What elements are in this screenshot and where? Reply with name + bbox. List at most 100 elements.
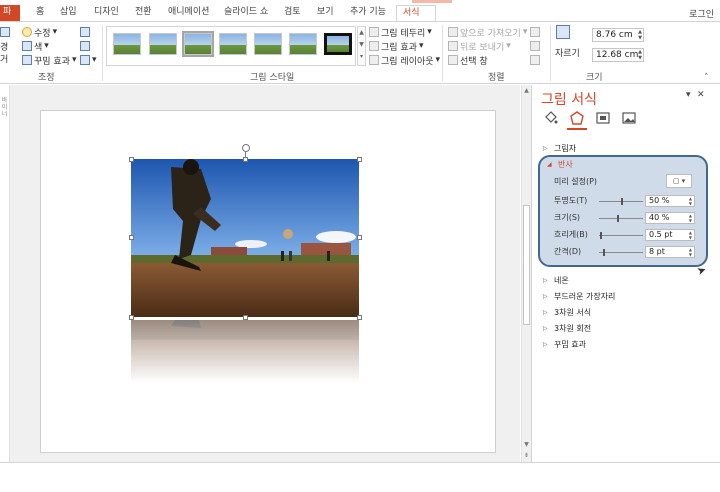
resize-handle[interactable]	[243, 315, 248, 320]
distance-spinbox[interactable]: 8 pt ▲ ▼	[645, 246, 695, 258]
resize-handle[interactable]	[357, 157, 362, 162]
section-3d-format[interactable]: ▷ 3차원 서식	[543, 307, 591, 318]
expand-triangle-icon: ▷	[543, 277, 548, 284]
resize-handle[interactable]	[129, 315, 134, 320]
size-spinbox[interactable]: 40 % ▲ ▼	[645, 212, 695, 224]
scroll-up-icon[interactable]: ▲	[522, 87, 531, 94]
blur-slider[interactable]	[599, 232, 643, 239]
pane-close-icon[interactable]: ✕	[697, 90, 705, 100]
effects-pentagon-icon[interactable]	[567, 111, 587, 130]
transparency-slider[interactable]	[599, 198, 643, 205]
style-thumb[interactable]	[113, 33, 141, 55]
style-thumb[interactable]	[149, 33, 177, 55]
corrections-label: 수정	[34, 28, 51, 39]
color-icon	[22, 41, 32, 51]
remove-background-partial[interactable]	[0, 26, 10, 38]
style-thumb[interactable]	[289, 33, 317, 55]
crop-button[interactable]: 자르기	[555, 46, 580, 59]
group-button[interactable]	[530, 40, 540, 52]
height-field[interactable]: 8.76 cm ▲ ▼	[592, 28, 644, 42]
change-picture-button[interactable]	[80, 40, 90, 52]
style-thumb[interactable]	[254, 33, 282, 55]
gallery-scroll[interactable]: ▲ ▼ ▾	[357, 26, 366, 66]
tab-animations[interactable]: 애니메이션	[162, 5, 215, 22]
section-artistic-effects[interactable]: ▷ 꾸밈 효과	[543, 339, 586, 350]
reset-picture-button[interactable]: ▾	[80, 54, 97, 66]
resize-handle[interactable]	[129, 157, 134, 162]
color-button[interactable]: 색 ▾	[22, 40, 49, 53]
tab-home[interactable]: 홈	[30, 5, 50, 22]
pane-menu-icon[interactable]: ▾	[686, 90, 691, 100]
rotate-button[interactable]	[530, 54, 540, 66]
picture-icon[interactable]	[622, 111, 636, 125]
crop-icon-button[interactable]	[556, 25, 570, 39]
picture-layout-button[interactable]: 그림 레이아웃 ▾	[369, 54, 440, 67]
tab-transitions[interactable]: 전환	[129, 5, 158, 22]
presets-dropdown[interactable]: ▢ ▾	[666, 174, 692, 188]
slider-knob[interactable]	[621, 198, 623, 205]
send-backward-button[interactable]: 뒤로 보내기 ▾	[448, 40, 511, 53]
resize-handle[interactable]	[129, 235, 134, 240]
tab-addins[interactable]: 추가 기능	[344, 5, 392, 22]
login-link[interactable]: 로그인	[689, 7, 714, 20]
corrections-button[interactable]: 수정 ▾	[22, 26, 57, 39]
tab-format[interactable]: 서식	[396, 5, 436, 22]
tab-review[interactable]: 검토	[278, 5, 307, 22]
resize-handle[interactable]	[357, 235, 362, 240]
fill-line-icon[interactable]	[544, 111, 558, 125]
slider-knob[interactable]	[603, 249, 605, 256]
scroll-thumb[interactable]	[523, 205, 530, 325]
blur-spinbox[interactable]: 0.5 pt ▲ ▼	[645, 229, 695, 241]
spin-arrows-icon[interactable]: ▲ ▼	[689, 213, 692, 223]
slider-knob[interactable]	[617, 215, 619, 222]
spin-arrows-icon[interactable]: ▲ ▼	[689, 196, 692, 206]
scroll-down-icon[interactable]: ▼	[522, 441, 531, 448]
tab-insert[interactable]: 삽입	[54, 5, 83, 22]
style-thumb[interactable]	[182, 31, 214, 57]
section-3d-rotation[interactable]: ▷ 3차원 회전	[543, 323, 591, 334]
section-glow[interactable]: ▷ 네온	[543, 275, 569, 286]
distance-slider[interactable]	[599, 249, 643, 256]
change-picture-icon	[80, 41, 90, 51]
rotate-handle[interactable]	[242, 144, 250, 152]
compress-pictures-button[interactable]	[80, 26, 90, 38]
crop-icon	[556, 25, 570, 39]
width-spin[interactable]: ▲ ▼	[638, 49, 642, 61]
spin-arrows-icon[interactable]: ▲ ▼	[689, 247, 692, 257]
transparency-spinbox[interactable]: 50 % ▲ ▼	[645, 195, 695, 207]
section-soft-edges[interactable]: ▷ 부드러운 가장자리	[543, 291, 615, 302]
section-reflection[interactable]: ◢ 반사	[547, 159, 573, 170]
size-group-label: 크기	[586, 73, 603, 83]
picture-effects-button[interactable]: 그림 효과 ▾	[369, 40, 424, 53]
collapse-ribbon-icon[interactable]: ˄	[704, 72, 709, 84]
align-button[interactable]	[530, 26, 540, 38]
style-thumb[interactable]	[219, 33, 247, 55]
size-slider[interactable]	[599, 215, 643, 222]
resize-handle[interactable]	[243, 157, 248, 162]
section-label: 그림자	[554, 144, 577, 153]
selected-picture[interactable]	[131, 159, 359, 317]
selection-pane-button[interactable]: 선택 창	[448, 54, 488, 67]
pane-title: 그림 서식	[541, 92, 597, 108]
size-properties-icon[interactable]	[596, 111, 610, 125]
picture-image	[131, 159, 359, 317]
height-spin[interactable]: ▲ ▼	[638, 29, 642, 41]
resize-handle[interactable]	[357, 315, 362, 320]
section-shadow[interactable]: ▷ 그림자	[543, 143, 576, 154]
next-slide-icon[interactable]: ⇟	[522, 452, 531, 459]
tab-view[interactable]: 보기	[311, 5, 340, 22]
group-separator	[442, 25, 443, 81]
tab-design[interactable]: 디자인	[88, 5, 125, 22]
tab-file[interactable]: 파일	[0, 5, 20, 32]
artistic-effects-button[interactable]: 꾸밈 효과 ▾	[22, 54, 77, 67]
left-partial-label-2: 거	[0, 54, 9, 65]
picture-border-button[interactable]: 그림 테두리 ▾	[369, 26, 432, 39]
bring-forward-button[interactable]: 앞으로 가져오기 ▾	[448, 26, 527, 39]
width-field[interactable]: 12.68 cm ▲ ▼	[592, 48, 644, 62]
slider-knob[interactable]	[600, 232, 602, 239]
vertical-scrollbar[interactable]: ▲ ▼ ⇟	[521, 85, 531, 462]
sun-icon	[22, 27, 32, 37]
tab-slideshow[interactable]: 슬라이드 쇼	[218, 5, 274, 22]
style-thumb[interactable]	[324, 33, 352, 55]
spin-arrows-icon[interactable]: ▲ ▼	[689, 230, 692, 240]
